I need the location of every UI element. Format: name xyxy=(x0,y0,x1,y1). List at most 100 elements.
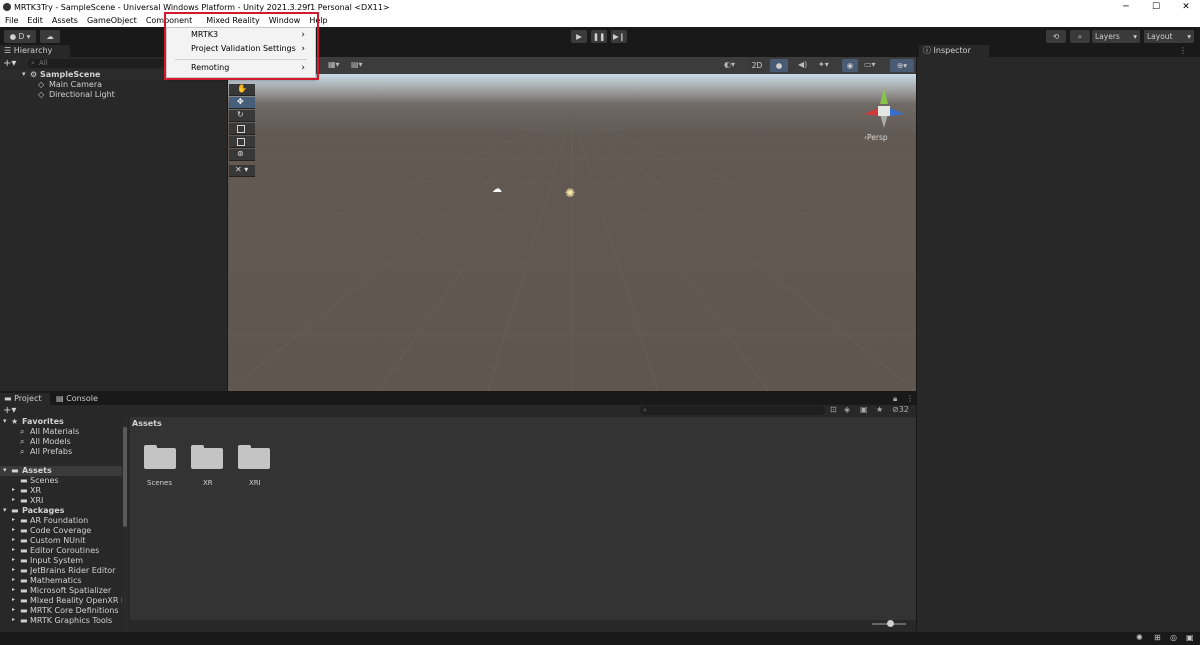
layout-dropdown[interactable]: Layout ▾ xyxy=(1144,30,1194,43)
tree-assets-row[interactable] xyxy=(0,466,128,476)
account-dropdown[interactable]: ● D ▾ xyxy=(4,30,36,43)
folder-icon[interactable] xyxy=(191,445,223,469)
scrollbar-thumb[interactable] xyxy=(123,427,127,527)
tree-item-package[interactable]: Mathematics xyxy=(30,576,82,585)
breadcrumb[interactable]: Assets xyxy=(132,419,162,428)
tree-item-scenes[interactable]: Scenes xyxy=(30,476,59,485)
tree-item-package[interactable]: Input System xyxy=(30,556,83,565)
collapse-arrow-icon[interactable]: ▸ xyxy=(12,556,15,563)
collapse-arrow-icon[interactable]: ▸ xyxy=(12,576,15,583)
add-icon[interactable]: +▾ xyxy=(3,58,16,69)
menu-gameobject[interactable]: GameObject xyxy=(87,16,137,25)
slider-handle[interactable] xyxy=(887,620,894,627)
light-gizmo-icon[interactable]: ✺ xyxy=(565,186,575,200)
tab-hierarchy[interactable]: ☰ Hierarchy xyxy=(0,45,70,57)
tree-item-package[interactable]: JetBrains Rider Editor xyxy=(30,566,115,575)
folder-icon[interactable] xyxy=(144,445,176,469)
project-search-input[interactable]: ⌕ xyxy=(640,406,825,415)
tree-item-package[interactable]: Code Coverage xyxy=(30,526,91,535)
scene-viewport[interactable]: ☁ ✺ ‹Persp xyxy=(228,74,916,391)
collapse-arrow-icon[interactable]: ▸ xyxy=(12,526,15,533)
pause-button[interactable]: ❚❚ xyxy=(591,30,607,43)
draw-mode-icon[interactable]: ◐▾ xyxy=(724,60,735,69)
expand-arrow-icon[interactable]: ▾ xyxy=(22,70,26,78)
collapse-arrow-icon[interactable]: ▸ xyxy=(12,566,15,573)
menu-file[interactable]: File xyxy=(5,16,18,25)
tree-item-all-materials[interactable]: All Materials xyxy=(30,427,79,436)
menu-assets[interactable]: Assets xyxy=(52,16,78,25)
tree-packages[interactable]: Packages xyxy=(22,506,64,515)
tree-assets[interactable]: Assets xyxy=(22,466,52,475)
tree-item-all-prefabs[interactable]: All Prefabs xyxy=(30,447,72,456)
collapse-arrow-icon[interactable]: ▸ xyxy=(12,586,15,593)
persp-label[interactable]: ‹Persp xyxy=(864,133,888,142)
transform-tool[interactable]: ⊛ xyxy=(229,149,255,161)
hidden-packages-icon[interactable]: ⊘32 xyxy=(892,405,909,414)
progress-icon[interactable]: ◎ xyxy=(1170,633,1177,642)
camera-icon[interactable]: ▭▾ xyxy=(864,60,876,69)
scale-tool[interactable] xyxy=(229,123,255,135)
collapse-arrow-icon[interactable]: ▸ xyxy=(12,516,15,523)
move-tool[interactable]: ✥ xyxy=(229,97,255,109)
search-by-type-icon[interactable]: ⊡ xyxy=(830,405,837,414)
step-button[interactable]: ▶❙ xyxy=(611,30,627,43)
collapse-arrow-icon[interactable]: ▸ xyxy=(12,606,15,613)
hand-tool[interactable]: ✋ xyxy=(229,84,255,96)
expand-arrow-icon[interactable]: ▾ xyxy=(3,466,7,474)
favorite-star-icon[interactable]: ★ xyxy=(876,405,883,414)
custom-tool[interactable]: ✕ ▾ xyxy=(229,165,255,177)
collapse-arrow-icon[interactable]: ▸ xyxy=(12,496,15,503)
kebab-menu-icon[interactable]: ⋮ xyxy=(906,394,914,403)
history-icon[interactable]: ⟲ xyxy=(1046,30,1066,43)
cloud-icon[interactable]: ☁ xyxy=(40,30,60,43)
tab-console[interactable]: ▤ Console xyxy=(52,393,102,405)
tree-favorites[interactable]: Favorites xyxy=(22,417,64,426)
hierarchy-item-directional-light[interactable]: Directional Light xyxy=(49,90,115,99)
tree-item-xr[interactable]: XR xyxy=(30,486,41,495)
add-icon[interactable]: +▾ xyxy=(3,405,16,416)
toggle-2d-button[interactable]: 2D xyxy=(748,59,766,72)
audio-icon[interactable]: ◀) xyxy=(798,60,807,69)
collapse-arrow-icon[interactable]: ▸ xyxy=(12,546,15,553)
maximize-button[interactable]: ☐ xyxy=(1142,0,1170,14)
tree-item-xri[interactable]: XRI xyxy=(30,496,43,505)
tree-item-package[interactable]: MRTK Core Definitions xyxy=(30,606,119,615)
expand-arrow-icon[interactable]: ▾ xyxy=(3,506,7,514)
orientation-gizmo[interactable] xyxy=(856,84,912,136)
tree-item-package[interactable]: Editor Coroutines xyxy=(30,546,99,555)
gizmos-icon[interactable]: ⊕▾ xyxy=(890,59,914,72)
collapse-arrow-icon[interactable]: ▸ xyxy=(12,616,15,623)
menu-edit[interactable]: Edit xyxy=(27,16,43,25)
tab-inspector[interactable]: ⓘ Inspector xyxy=(919,45,989,57)
bug-icon[interactable]: ✺ xyxy=(1136,633,1143,642)
lighting-icon[interactable]: ● xyxy=(770,59,788,72)
tree-item-package[interactable]: Mixed Reality OpenXR Plu xyxy=(30,596,128,605)
close-button[interactable]: ✕ xyxy=(1172,0,1200,14)
network-icon[interactable]: ⊞ xyxy=(1154,633,1161,642)
hierarchy-item-main-camera[interactable]: Main Camera xyxy=(49,80,102,89)
layers-dropdown[interactable]: Layers ▾ xyxy=(1092,30,1140,43)
folder-icon[interactable] xyxy=(238,445,270,469)
collapse-arrow-icon[interactable]: ▸ xyxy=(12,486,15,493)
tree-item-package[interactable]: Custom NUnit xyxy=(30,536,85,545)
search-by-label-icon[interactable]: ◈ xyxy=(844,405,850,414)
kebab-menu-icon[interactable]: ⋮ xyxy=(1179,46,1187,55)
collapse-arrow-icon[interactable]: ▸ xyxy=(12,536,15,543)
tree-item-package[interactable]: AR Foundation xyxy=(30,516,88,525)
tree-item-all-models[interactable]: All Models xyxy=(30,437,71,446)
expand-arrow-icon[interactable]: ▾ xyxy=(3,417,7,425)
rect-tool[interactable] xyxy=(229,136,255,148)
play-button[interactable]: ▶ xyxy=(571,30,587,43)
collapse-arrow-icon[interactable]: ▸ xyxy=(12,596,15,603)
tree-item-package[interactable]: Microsoft Spatializer xyxy=(30,586,111,595)
tree-item-package[interactable]: MRTK Graphics Tools xyxy=(30,616,112,625)
snap-icon[interactable]: ▤▾ xyxy=(351,60,363,69)
visibility-icon[interactable]: ◉ xyxy=(842,59,858,72)
notification-icon[interactable]: ▣ xyxy=(1186,633,1194,642)
lock-icon[interactable]: 🔒︎ xyxy=(893,394,897,404)
tree-scrollbar[interactable] xyxy=(122,417,128,632)
search-icon[interactable]: ⌕ xyxy=(1070,30,1090,43)
camera-gizmo-icon[interactable]: ☁ xyxy=(492,184,502,195)
log-icon[interactable]: ▣ xyxy=(860,405,868,414)
minimize-button[interactable]: ─ xyxy=(1112,0,1140,14)
